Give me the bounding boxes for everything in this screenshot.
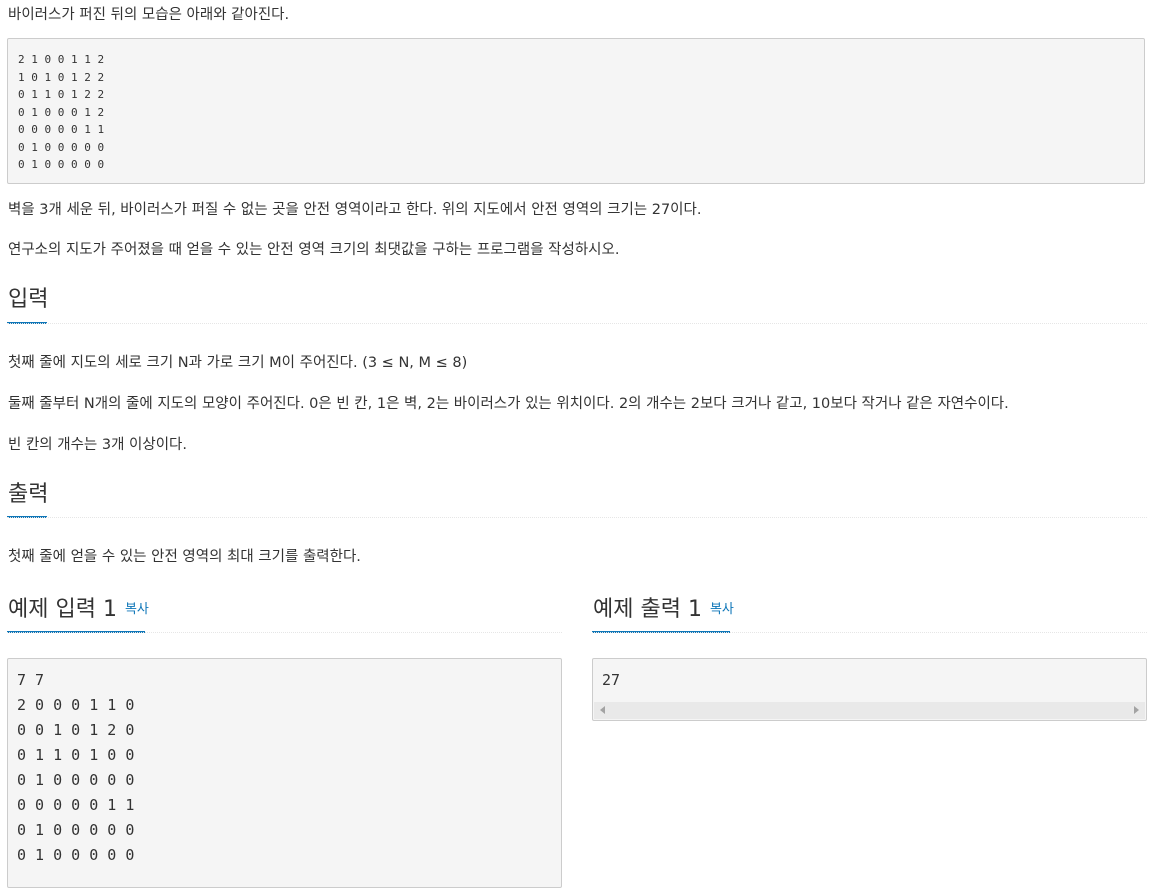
sample-input-line: 2 0 0 0 1 1 0	[17, 696, 135, 714]
input-line: 둘째 줄부터 N개의 줄에 지도의 모양이 주어진다. 0은 빈 칸, 1은 벽…	[8, 396, 1009, 412]
scroll-right-icon[interactable]	[1134, 706, 1139, 714]
sample-input-title: 예제 입력 1	[8, 597, 117, 622]
copy-sample-input-button[interactable]: 복사	[125, 602, 149, 617]
divider	[7, 323, 1147, 324]
input-line: 첫째 줄에 지도의 세로 크기 N과 가로 크기 M이 주어진다. (3 ≤ N…	[8, 355, 468, 371]
sample-input-box[interactable]: 7 7 2 0 0 0 1 1 0 0 0 1 0 1 2 0 0 1 1 0 …	[7, 658, 562, 888]
grid-row: 0 1 0 0 0 0 0	[18, 141, 105, 154]
divider	[7, 517, 1147, 518]
input-heading: 입력	[8, 287, 49, 312]
grid-row: 0 0 0 0 0 1 1	[18, 123, 105, 136]
sample-input-header: 예제 입력 1 복사	[8, 596, 149, 624]
sample-output-title: 예제 출력 1	[593, 597, 702, 622]
grid-row: 2 1 0 0 1 1 2	[18, 53, 105, 66]
output-line: 첫째 줄에 얻을 수 있는 안전 영역의 최대 크기를 출력한다.	[8, 549, 361, 565]
sample-input-line: 0 1 0 0 0 0 0	[17, 771, 135, 789]
task-paragraph: 연구소의 지도가 주어졌을 때 얻을 수 있는 안전 영역 크기의 최댓값을 구…	[8, 242, 620, 258]
divider	[592, 632, 1147, 633]
sample-output-line: 27	[602, 671, 621, 689]
sample-input-line: 0 0 0 0 0 1 1	[17, 796, 135, 814]
grid-row: 1 0 1 0 1 2 2	[18, 71, 105, 84]
safe-area-paragraph: 벽을 3개 세운 뒤, 바이러스가 퍼질 수 없는 곳을 안전 영역이라고 한다…	[8, 202, 702, 218]
copy-sample-output-button[interactable]: 복사	[710, 602, 734, 617]
grid-row: 0 1 1 0 1 2 2	[18, 88, 105, 101]
sample-input-line: 0 0 1 0 1 2 0	[17, 721, 135, 739]
intro-text: 바이러스가 퍼진 뒤의 모습은 아래와 같아진다.	[8, 7, 290, 23]
divider	[7, 632, 562, 633]
sample-input-line: 0 1 1 0 1 0 0	[17, 746, 135, 764]
grid-row: 0 1 0 0 0 0 0	[18, 158, 105, 171]
horizontal-scrollbar[interactable]	[594, 702, 1145, 719]
sample-input-line: 7 7	[17, 671, 45, 689]
input-line: 빈 칸의 개수는 3개 이상이다.	[8, 437, 188, 453]
sample-input-line: 0 1 0 0 0 0 0	[17, 821, 135, 839]
sample-input-line: 0 1 0 0 0 0 0	[17, 846, 135, 864]
output-heading: 출력	[8, 482, 49, 507]
scroll-left-icon[interactable]	[600, 706, 605, 714]
sample-output-box[interactable]: 27	[592, 658, 1147, 721]
sample-output-header: 예제 출력 1 복사	[593, 596, 734, 624]
grid-row: 0 1 0 0 0 1 2	[18, 106, 105, 119]
virus-spread-grid: 2 1 0 0 1 1 2 1 0 1 0 1 2 2 0 1 1 0 1 2 …	[7, 38, 1145, 184]
